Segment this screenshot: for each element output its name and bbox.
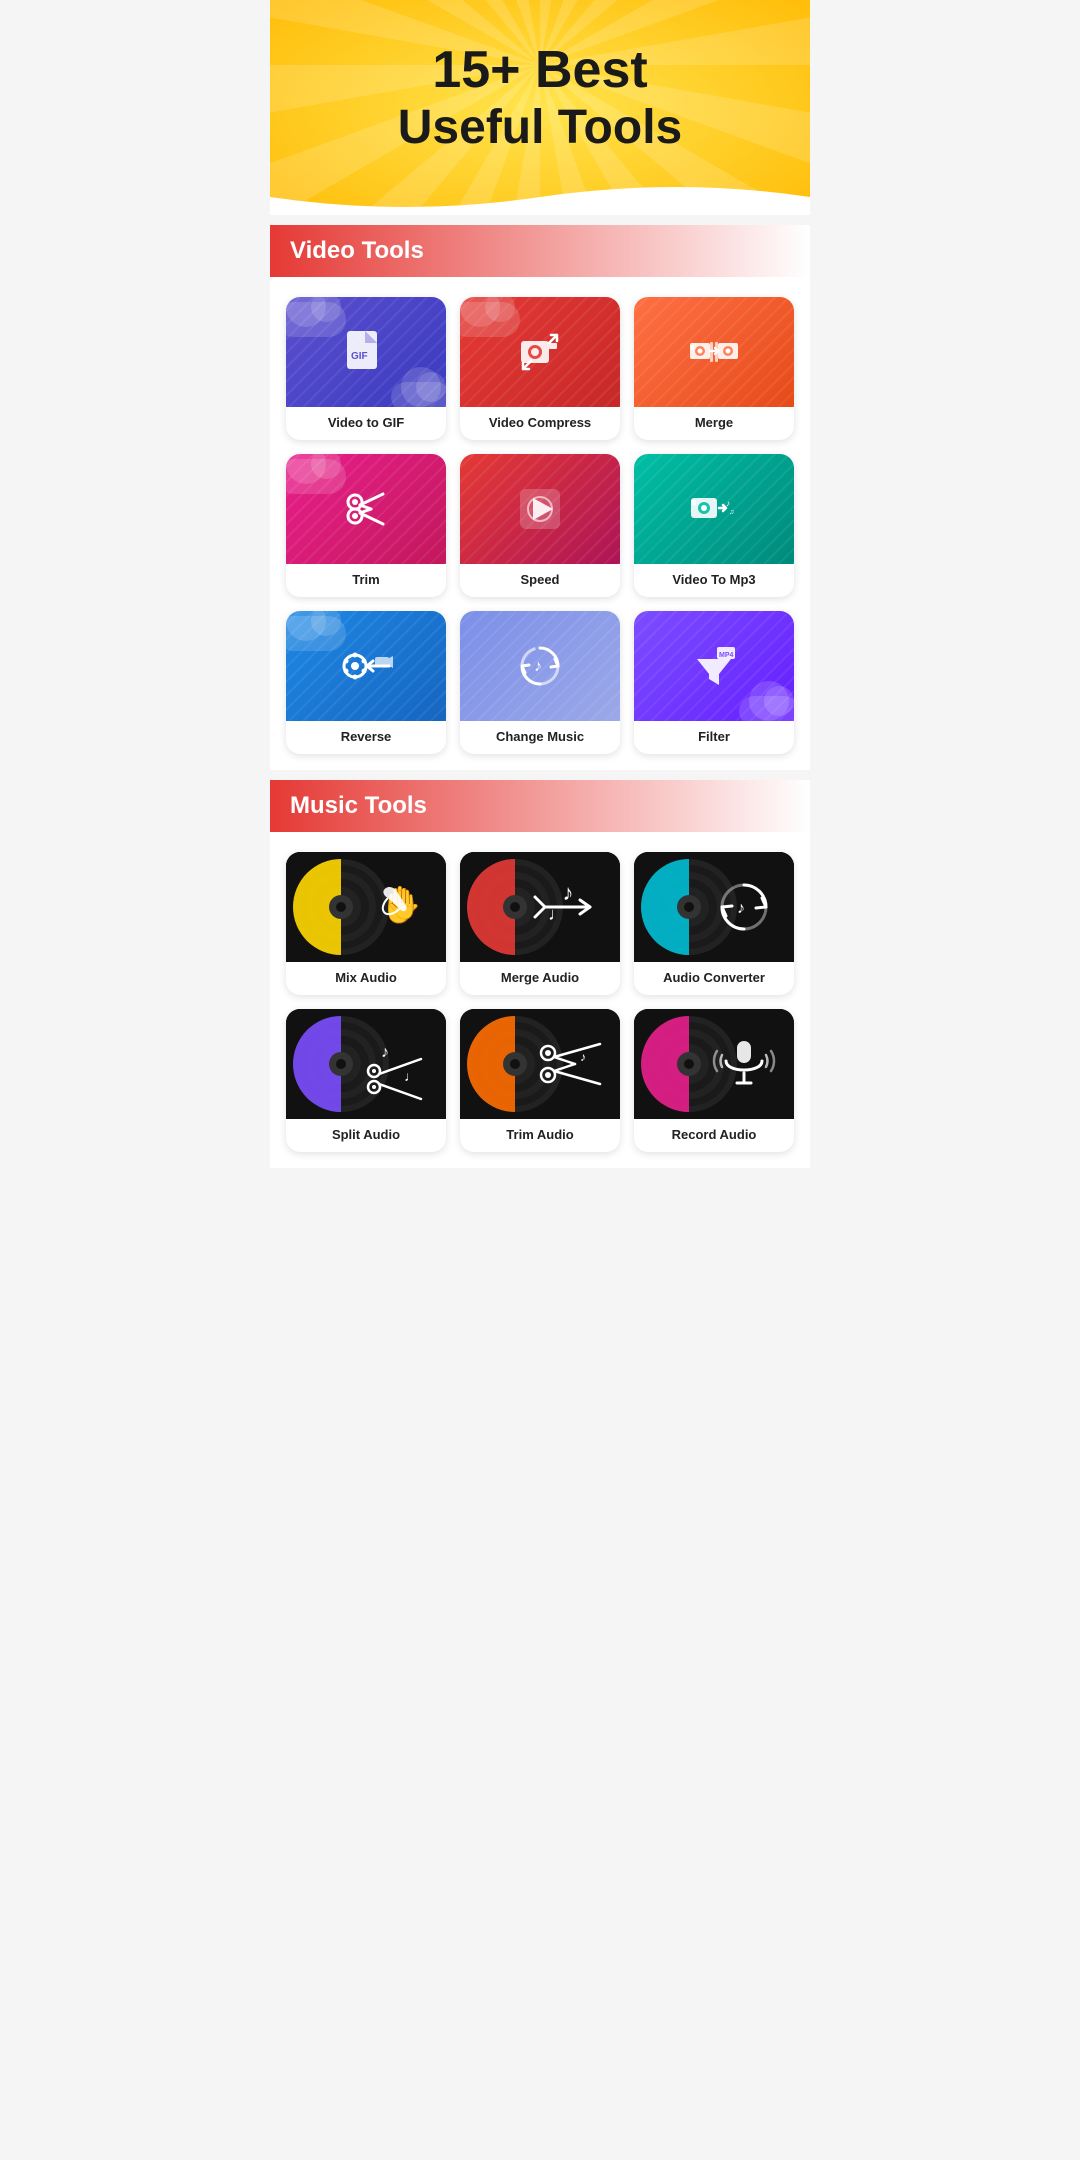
audio-converter-vinyl: ♪	[634, 852, 794, 962]
trim-audio-label: Trim Audio	[460, 1119, 620, 1152]
svg-text:♩: ♩	[548, 904, 566, 924]
video-gif-label: Video to GIF	[286, 407, 446, 440]
trim-label: Trim	[286, 564, 446, 597]
mix-audio-thumb: ✋ 🤚	[286, 852, 446, 962]
svg-text:♪: ♪	[726, 499, 730, 508]
trim-audio-card[interactable]: ♪ Trim Audio	[460, 1009, 620, 1152]
music-section-title: Music Tools	[290, 792, 427, 819]
reverse-label: Reverse	[286, 721, 446, 754]
filter-label: Filter	[634, 721, 794, 754]
split-audio-card[interactable]: ♪ ♩ Split Audio	[286, 1009, 446, 1152]
header-wave	[270, 177, 810, 215]
music-tools-grid: ✋ 🤚 Mix Audio	[270, 852, 810, 1168]
header: 15+ Best Useful Tools	[270, 0, 810, 215]
merge-card[interactable]: Merge	[634, 297, 794, 440]
music-tools-section: Music Tools	[270, 780, 810, 1168]
video-mp3-thumb: ♪ ♫	[634, 454, 794, 564]
audio-converter-card[interactable]: ♪ Audio Converter	[634, 852, 794, 995]
trim-icon	[339, 482, 393, 536]
svg-text:♪: ♪	[580, 1050, 586, 1064]
mix-audio-vinyl: ✋ 🤚	[286, 852, 446, 962]
merge-thumb	[634, 297, 794, 407]
reverse-card[interactable]: Reverse	[286, 611, 446, 754]
filter-card[interactable]: MP4 Filter	[634, 611, 794, 754]
video-tools-grid: GIF Video to GIF	[270, 297, 810, 770]
video-mp3-label: Video To Mp3	[634, 564, 794, 597]
merge-icon	[687, 325, 741, 379]
filter-icon: MP4	[687, 639, 741, 693]
split-audio-label: Split Audio	[286, 1119, 446, 1152]
merge-audio-label: Merge Audio	[460, 962, 620, 995]
record-audio-label: Record Audio	[634, 1119, 794, 1152]
reverse-thumb	[286, 611, 446, 721]
gif-icon: GIF	[339, 325, 393, 379]
header-title: 15+ Best Useful Tools	[290, 40, 790, 155]
mp3-icon: ♪ ♫	[687, 482, 741, 536]
video-mp3-card[interactable]: ♪ ♫ Video To Mp3	[634, 454, 794, 597]
video-gif-card[interactable]: GIF Video to GIF	[286, 297, 446, 440]
mix-audio-label: Mix Audio	[286, 962, 446, 995]
svg-text:♪: ♪	[737, 900, 745, 917]
audio-converter-thumb: ♪	[634, 852, 794, 962]
merge-audio-card[interactable]: ♪ ♩ Merge Audio	[460, 852, 620, 995]
svg-text:MP4: MP4	[719, 652, 734, 659]
video-section-title: Video Tools	[290, 237, 424, 264]
video-compress-thumb	[460, 297, 620, 407]
music-icon: ♪	[513, 639, 567, 693]
video-compress-label: Video Compress	[460, 407, 620, 440]
trim-audio-vinyl: ♪	[460, 1009, 620, 1119]
mix-audio-card[interactable]: ✋ 🤚 Mix Audio	[286, 852, 446, 995]
header-line2: Useful Tools	[290, 100, 790, 155]
compress-icon	[513, 325, 567, 379]
speed-thumb	[460, 454, 620, 564]
music-section-header: Music Tools	[270, 780, 810, 832]
record-audio-card[interactable]: Record Audio	[634, 1009, 794, 1152]
merge-audio-vinyl: ♪ ♩	[460, 852, 620, 962]
speed-icon	[513, 482, 567, 536]
svg-text:♪: ♪	[534, 658, 542, 675]
svg-text:♫: ♫	[729, 509, 734, 516]
split-audio-thumb: ♪ ♩	[286, 1009, 446, 1119]
merge-audio-thumb: ♪ ♩	[460, 852, 620, 962]
svg-text:GIF: GIF	[351, 351, 368, 362]
header-line1: 15+ Best	[290, 40, 790, 100]
record-audio-thumb	[634, 1009, 794, 1119]
reverse-icon	[339, 639, 393, 693]
svg-text:♩: ♩	[404, 1068, 418, 1084]
video-gif-thumb: GIF	[286, 297, 446, 407]
video-tools-section: Video Tools GIF Video to GIF	[270, 225, 810, 770]
speed-label: Speed	[460, 564, 620, 597]
split-audio-vinyl: ♪ ♩	[286, 1009, 446, 1119]
bottom-space	[270, 1172, 810, 1192]
filter-thumb: MP4	[634, 611, 794, 721]
trim-card[interactable]: Trim	[286, 454, 446, 597]
video-compress-card[interactable]: Video Compress	[460, 297, 620, 440]
video-section-header: Video Tools	[270, 225, 810, 277]
audio-converter-label: Audio Converter	[634, 962, 794, 995]
trim-audio-thumb: ♪	[460, 1009, 620, 1119]
change-music-card[interactable]: ♪ Change Music	[460, 611, 620, 754]
svg-text:♪: ♪	[563, 880, 574, 905]
merge-label: Merge	[634, 407, 794, 440]
change-music-thumb: ♪	[460, 611, 620, 721]
speed-card[interactable]: Speed	[460, 454, 620, 597]
trim-thumb	[286, 454, 446, 564]
change-music-label: Change Music	[460, 721, 620, 754]
record-audio-vinyl	[634, 1009, 794, 1119]
svg-text:♪: ♪	[381, 1044, 389, 1061]
